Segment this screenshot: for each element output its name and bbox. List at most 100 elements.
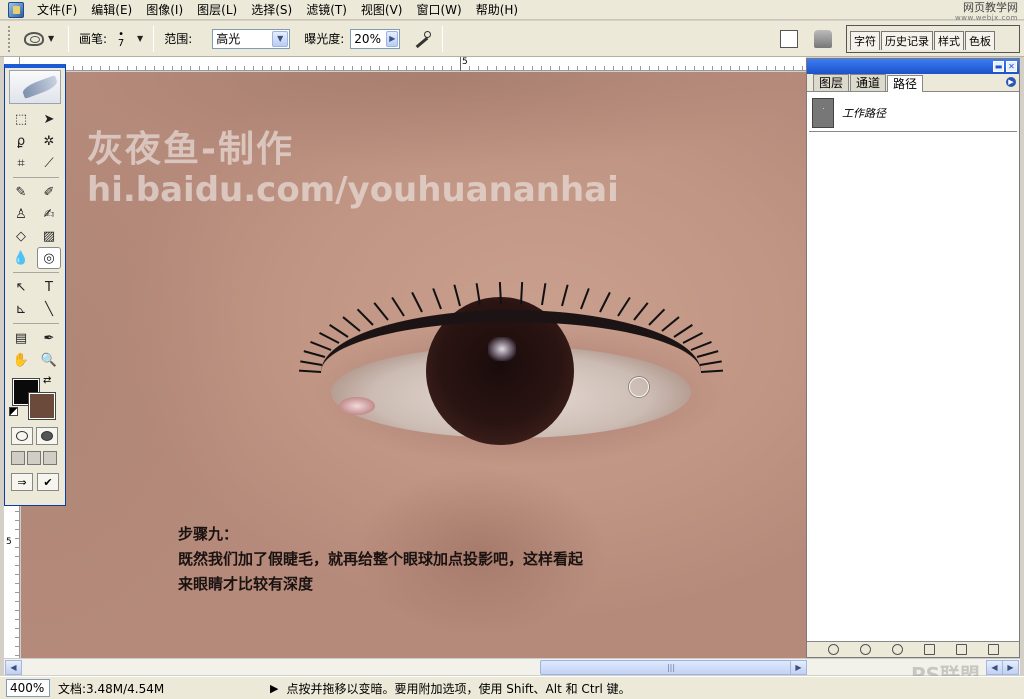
slice-tool-icon[interactable]: ⟋ xyxy=(37,152,61,174)
gradient-tool-icon[interactable]: ▨ xyxy=(37,225,61,247)
full-screen-menu-mode-icon[interactable] xyxy=(27,451,41,465)
airbrush-toggle-icon[interactable] xyxy=(412,29,432,49)
swap-colors-icon[interactable]: ⇄ xyxy=(43,375,51,386)
brush-tool-icon[interactable]: ✐ xyxy=(37,181,61,203)
tab-layers[interactable]: 图层 xyxy=(813,74,850,91)
path-item[interactable]: 工作路径 xyxy=(809,94,1017,132)
eraser-tool-icon[interactable]: ◇ xyxy=(9,225,33,247)
jump-to-check-icon[interactable]: ✔ xyxy=(37,473,59,491)
make-work-path-icon[interactable] xyxy=(923,644,935,655)
minimize-icon[interactable]: ▬ xyxy=(993,61,1004,72)
brush-picker-chevron-icon[interactable]: ▼ xyxy=(137,34,143,43)
palette-well-tab-styles[interactable]: 样式 xyxy=(934,31,964,50)
chevron-right-icon[interactable]: ▶ xyxy=(386,30,399,47)
horizontal-scrollbar[interactable]: ◀ ||| ▶ ◀ ▶ PS联盟 xyxy=(4,658,1020,687)
sponge-tool-icon xyxy=(24,31,44,46)
palette-well-tab-swatches[interactable]: 色板 xyxy=(965,31,995,50)
brush-picker[interactable]: • 7 xyxy=(113,29,129,49)
ruler-tick-label: 5 xyxy=(6,537,12,547)
site-logo-text: 网页教学网 xyxy=(963,1,1018,14)
scroll-right-arrow-icon[interactable]: ▶ xyxy=(790,660,807,675)
menu-bar: 文件(F) 编辑(E) 图像(I) 图层(L) 选择(S) 滤镜(T) 视图(V… xyxy=(0,0,1024,22)
brush-size-value: 7 xyxy=(117,37,125,49)
panel-scroll-right-arrow-icon[interactable]: ▶ xyxy=(1002,660,1019,675)
chevron-down-icon: ▼ xyxy=(48,34,55,43)
scroll-left-arrow-icon[interactable]: ◀ xyxy=(5,660,22,675)
move-tool-icon[interactable]: ➤ xyxy=(37,108,61,130)
delete-path-icon[interactable] xyxy=(987,644,999,655)
menu-filter[interactable]: 滤镜(T) xyxy=(299,0,354,20)
notes-tool-icon[interactable]: ▤ xyxy=(9,327,33,349)
exposure-value: 20% xyxy=(354,31,381,46)
default-colors-icon[interactable] xyxy=(9,407,18,416)
menu-select[interactable]: 选择(S) xyxy=(244,0,299,20)
tutorial-step-text: 步骤九： 既然我们加了假睫毛，就再给整个眼球加点投影吧，这样看起 来眼睛才比较有… xyxy=(178,522,658,597)
menu-layer[interactable]: 图层(L) xyxy=(190,0,244,20)
scrollbar-thumb[interactable]: ||| xyxy=(540,660,802,675)
clone-stamp-tool-icon[interactable]: ♙ xyxy=(9,203,33,225)
eyelash xyxy=(599,291,611,313)
marquee-tool-icon[interactable]: ⬚ xyxy=(9,108,33,130)
zoom-level-input[interactable]: 400% xyxy=(6,679,50,697)
palette-menu-icon[interactable]: ▶ xyxy=(1006,77,1016,87)
color-swatches: ⇄ xyxy=(9,375,61,421)
palette-well-tab-history[interactable]: 历史记录 xyxy=(881,31,933,50)
stroke-path-icon[interactable] xyxy=(859,644,871,655)
tab-paths[interactable]: 路径 xyxy=(887,75,924,92)
history-brush-tool-icon[interactable]: ✍ xyxy=(37,203,61,225)
menu-help[interactable]: 帮助(H) xyxy=(469,0,525,20)
feather-logo-icon[interactable] xyxy=(9,70,61,104)
type-tool-icon[interactable]: T xyxy=(37,276,61,298)
panel-scroll-left-arrow-icon[interactable]: ◀ xyxy=(986,660,1003,675)
horizontal-ruler[interactable]: 5 xyxy=(20,57,806,71)
eyelash xyxy=(342,316,361,332)
standard-screen-mode-icon[interactable] xyxy=(11,451,25,465)
fill-path-icon[interactable] xyxy=(827,644,839,655)
healing-brush-tool-icon[interactable]: ✎ xyxy=(9,181,33,203)
upper-eyelid xyxy=(321,310,701,372)
document-canvas[interactable]: 灰夜鱼-制作 hi.baidu.com/youhuananhai 步骤九： 既然… xyxy=(21,72,806,659)
lasso-tool-icon[interactable]: ϼ xyxy=(9,130,33,152)
full-screen-mode-icon[interactable] xyxy=(43,451,57,465)
blur-tool-icon[interactable]: 💧 xyxy=(9,247,33,269)
tool-preset-picker[interactable]: ▼ xyxy=(24,31,58,46)
menu-view[interactable]: 视图(V) xyxy=(354,0,410,20)
jump-to-imageready-icon[interactable]: ⇒ xyxy=(11,473,33,491)
background-color-swatch[interactable] xyxy=(28,392,56,420)
range-label: 范围: xyxy=(164,32,193,46)
line-tool-icon[interactable]: ╲ xyxy=(37,298,61,320)
palette-well-tab-character[interactable]: 字符 xyxy=(850,31,880,50)
step-line-2: 来眼睛才比较有深度 xyxy=(178,575,314,593)
standard-mode-button[interactable] xyxy=(11,427,33,445)
options-bar: ▼ 画笔: • 7 ▼ 范围: 高光 ▼ 曝光度: 20% ▶ 字符 历史记录 … xyxy=(0,21,1024,57)
eyedropper-tool-icon[interactable]: ✒ xyxy=(37,327,61,349)
document-size-info[interactable]: 文档:3.48M/4.54M xyxy=(58,680,270,697)
new-path-icon[interactable] xyxy=(955,644,967,655)
tab-channels[interactable]: 通道 xyxy=(850,74,887,91)
options-bar-grip[interactable] xyxy=(8,25,12,52)
exposure-input[interactable]: 20% ▶ xyxy=(350,28,401,49)
menu-edit[interactable]: 编辑(E) xyxy=(84,0,139,20)
quick-mask-mode-button[interactable] xyxy=(36,427,58,445)
palette-title-bar[interactable]: ▬ ✕ xyxy=(807,59,1019,74)
photoshop-app-icon[interactable] xyxy=(8,1,24,18)
crop-tool-icon[interactable]: ⌗ xyxy=(9,152,33,174)
eyelash xyxy=(580,287,591,310)
menu-file[interactable]: 文件(F) xyxy=(30,0,84,20)
pen-tool-icon[interactable]: ⊾ xyxy=(9,298,33,320)
file-browser-icon[interactable] xyxy=(780,30,798,48)
print-icon[interactable] xyxy=(814,30,832,48)
zoom-tool-icon[interactable]: 🔍 xyxy=(37,349,61,371)
close-icon[interactable]: ✕ xyxy=(1006,61,1017,72)
divider xyxy=(153,25,155,52)
magic-wand-tool-icon[interactable]: ✲ xyxy=(37,130,61,152)
menu-image[interactable]: 图像(I) xyxy=(139,0,190,20)
menu-window[interactable]: 窗口(W) xyxy=(409,0,468,20)
path-selection-tool-icon[interactable]: ↖ xyxy=(9,276,33,298)
status-menu-arrow-icon[interactable]: ▶ xyxy=(270,682,278,695)
hand-tool-icon[interactable]: ✋ xyxy=(9,349,33,371)
load-path-as-selection-icon[interactable] xyxy=(891,644,903,655)
sponge-tool-icon[interactable]: ◎ xyxy=(37,247,61,269)
range-select[interactable]: 高光 ▼ xyxy=(212,28,291,49)
eyelash xyxy=(356,308,374,326)
